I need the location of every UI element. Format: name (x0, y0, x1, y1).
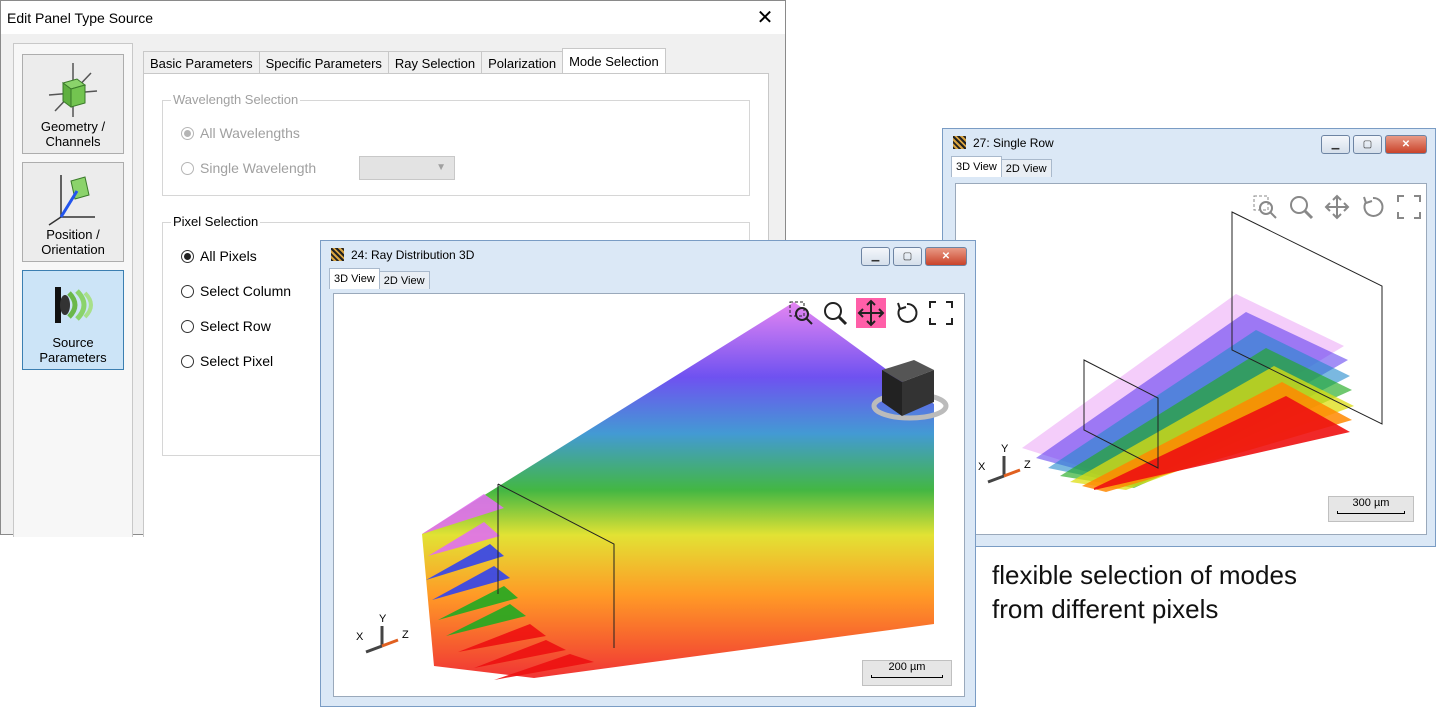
axes-triad-icon: Y X Z (974, 440, 1038, 495)
window-controls: ▁ ▢ ✕ (858, 247, 967, 266)
scale-line (871, 675, 943, 678)
tab-mode-selection[interactable]: Mode Selection (562, 48, 666, 74)
sidebar-item-geometry[interactable]: Geometry / Channels (22, 54, 124, 154)
tab-polarization[interactable]: Polarization (481, 51, 564, 74)
tab-2d-view[interactable]: 2D View (378, 271, 430, 289)
axis-label-z: Z (402, 629, 409, 641)
wavelength-dropdown[interactable]: ▼ (359, 156, 455, 180)
select-column-radio[interactable]: Select Column (181, 283, 291, 299)
maximize-icon[interactable]: ▢ (893, 247, 922, 266)
axes-triad-icon: Y X Z (352, 610, 416, 665)
radio-label: Select Pixel (200, 353, 274, 369)
view-tabs: 3D View 2D View (951, 156, 1052, 177)
caption-line: from different pixels (992, 594, 1219, 624)
sidebar-item-label: Orientation (41, 242, 105, 257)
radio-indicator (181, 161, 194, 175)
axis-label-x: X (978, 461, 986, 473)
scene-rays (1022, 294, 1354, 492)
ray-distribution-window: 24: Ray Distribution 3D ▁ ▢ ✕ 3D View 2D… (320, 240, 976, 707)
scale-label: 200 µm (888, 661, 926, 673)
geometry-cube-icon (48, 63, 98, 117)
select-row-radio[interactable]: Select Row (181, 318, 271, 334)
scene-rays (422, 302, 934, 680)
all-pixels-radio[interactable]: All Pixels (181, 248, 257, 264)
tab-specific-parameters[interactable]: Specific Parameters (258, 51, 389, 74)
fullscreen-icon[interactable] (1396, 194, 1422, 223)
group-title: Wavelength Selection (171, 92, 301, 107)
sidebar-item-label: Position / (46, 227, 100, 242)
caption-line: flexible selection of modes (992, 560, 1297, 590)
source-beam-icon (55, 287, 93, 323)
ray-plot (422, 302, 949, 680)
sidebar-item-label: Parameters (39, 350, 107, 365)
pan-icon[interactable] (856, 298, 886, 328)
scale-label: 300 µm (1352, 497, 1390, 509)
tab-3d-view[interactable]: 3D View (329, 268, 380, 289)
rotate-icon[interactable] (894, 300, 920, 329)
rotate-icon[interactable] (1360, 194, 1386, 223)
axis-label-x: X (356, 631, 364, 643)
scale-bar: 300 µm (1328, 496, 1414, 522)
axis-label-y: Y (1001, 443, 1009, 455)
group-title: Pixel Selection (171, 214, 261, 229)
dialog-tabs: Basic Parameters Specific Parameters Ray… (143, 48, 666, 74)
dialog-titlebar: Edit Panel Type Source ✕ (1, 1, 785, 34)
zoom-icon[interactable] (1288, 194, 1314, 223)
zoom-box-icon[interactable] (1252, 194, 1278, 223)
position-axes-icon (48, 175, 95, 226)
radio-indicator (181, 354, 194, 368)
radio-label: Select Column (200, 283, 292, 299)
tab-3d-view[interactable]: 3D View (951, 156, 1002, 177)
sidebar-item-source[interactable]: Source Parameters (22, 270, 124, 370)
minimize-icon[interactable]: ▁ (861, 247, 890, 266)
all-wavelengths-radio[interactable]: All Wavelengths (181, 125, 300, 141)
radio-label: All Pixels (200, 248, 257, 264)
radio-indicator (181, 319, 194, 333)
radio-label: All Wavelengths (200, 125, 300, 141)
single-row-window: 27: Single Row ▁ ▢ ✕ 3D View 2D View Y X… (942, 128, 1436, 547)
axis-label-y: Y (379, 613, 387, 625)
caption-text: flexible selection of modes from differe… (992, 558, 1297, 626)
close-icon[interactable]: ✕ (925, 247, 967, 266)
radio-indicator (181, 249, 194, 263)
sidebar-item-label: Channels (45, 134, 101, 149)
radio-indicator (181, 126, 194, 140)
sidebar-item-label: Geometry / (40, 119, 106, 134)
zoom-icon[interactable] (822, 300, 848, 329)
sidebar: Geometry / Channels Position / Orientation… (13, 43, 133, 537)
sidebar-item-label: Source (52, 335, 94, 350)
tab-basic-parameters[interactable]: Basic Parameters (143, 51, 260, 74)
pan-icon[interactable] (1324, 194, 1350, 223)
tab-ray-selection[interactable]: Ray Selection (387, 51, 483, 74)
radio-label: Select Row (200, 318, 271, 334)
single-wavelength-radio[interactable]: Single Wavelength (181, 160, 316, 176)
tab-2d-view[interactable]: 2D View (1000, 159, 1052, 177)
sidebar-item-position[interactable]: Position / Orientation (22, 162, 124, 262)
fullscreen-icon[interactable] (928, 300, 954, 329)
radio-label: Single Wavelength (200, 160, 317, 176)
radio-indicator (181, 284, 194, 298)
window-controls: ▁ ▢ ✕ (1318, 135, 1427, 154)
minimize-icon[interactable]: ▁ (1321, 135, 1350, 154)
close-icon[interactable]: ✕ (745, 3, 785, 33)
3d-view-pane[interactable]: Y X Z 200 µm (333, 293, 965, 697)
axis-label-z: Z (1024, 459, 1031, 471)
scale-bar: 200 µm (862, 660, 952, 686)
dialog-title: Edit Panel Type Source (7, 9, 154, 26)
scale-line (1337, 511, 1405, 514)
select-pixel-radio[interactable]: Select Pixel (181, 353, 273, 369)
chevron-down-icon: ▼ (436, 162, 446, 173)
zoom-box-icon[interactable] (788, 300, 814, 329)
view-tabs: 3D View 2D View (329, 268, 430, 289)
close-icon[interactable]: ✕ (1385, 135, 1427, 154)
3d-view-pane[interactable]: Y X Z 300 µm (955, 183, 1427, 535)
wavelength-selection-group: Wavelength Selection All Wavelengths Sin… (162, 92, 750, 196)
maximize-icon[interactable]: ▢ (1353, 135, 1382, 154)
